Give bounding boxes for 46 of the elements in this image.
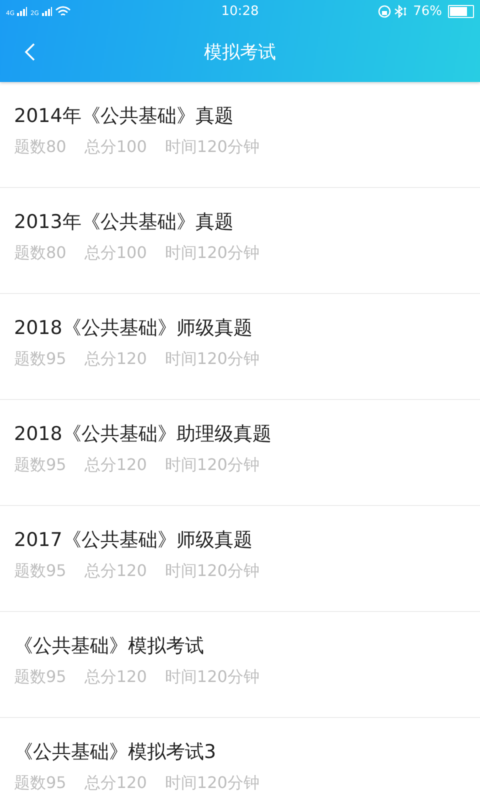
battery-percent: 76% [413, 4, 442, 18]
signal-icon [17, 6, 28, 16]
question-count: 题数95 [14, 667, 66, 688]
exam-item[interactable]: 2018《公共基础》助理级真题 题数95 总分120 时间120分钟 [0, 400, 480, 506]
wifi-icon [54, 6, 71, 16]
time-limit: 时间120分钟 [164, 243, 260, 264]
time-limit: 时间120分钟 [164, 667, 260, 688]
exam-title: 2014年《公共基础》真题 [14, 104, 234, 128]
exam-title: 《公共基础》模拟考试 [14, 634, 205, 658]
exam-item[interactable]: 2018《公共基础》师级真题 题数95 总分120 时间120分钟 [0, 294, 480, 400]
clock-time: 10:28 [221, 4, 259, 18]
total-score: 总分120 [84, 667, 147, 688]
back-icon [24, 42, 36, 62]
exam-item[interactable]: 《公共基础》模拟考试 题数95 总分120 时间120分钟 [0, 612, 480, 718]
exam-title: 2013年《公共基础》真题 [14, 210, 234, 234]
total-score: 总分120 [84, 349, 147, 370]
exam-title: 2017《公共基础》师级真题 [14, 528, 254, 552]
time-limit: 时间120分钟 [164, 455, 260, 476]
page-title: 模拟考试 [204, 41, 276, 64]
exam-item[interactable]: 2013年《公共基础》真题 题数80 总分100 时间120分钟 [0, 188, 480, 294]
time-limit: 时间120分钟 [164, 561, 260, 582]
total-score: 总分120 [84, 455, 147, 476]
time-limit: 时间120分钟 [164, 349, 260, 370]
time-limit: 时间120分钟 [164, 137, 260, 158]
total-score: 总分100 [84, 243, 147, 264]
time-limit: 时间120分钟 [164, 773, 260, 794]
question-count: 题数95 [14, 561, 66, 582]
exam-title: 2018《公共基础》师级真题 [14, 316, 254, 340]
total-score: 总分100 [84, 137, 147, 158]
exam-title: 《公共基础》模拟考试3 [14, 740, 218, 764]
question-count: 题数95 [14, 349, 66, 370]
exam-item[interactable]: 2014年《公共基础》真题 题数80 总分100 时间120分钟 [0, 82, 480, 188]
question-count: 题数95 [14, 773, 66, 794]
rotation-lock-icon [378, 4, 392, 18]
exam-item[interactable]: 《公共基础》模拟考试3 题数95 总分120 时间120分钟 [0, 718, 480, 800]
exam-item[interactable]: 2017《公共基础》师级真题 题数95 总分120 时间120分钟 [0, 506, 480, 612]
question-count: 题数80 [14, 137, 66, 158]
signal-icon [42, 6, 52, 16]
battery-icon [448, 4, 474, 18]
question-count: 题数80 [14, 243, 66, 264]
total-score: 总分120 [84, 773, 147, 794]
back-button[interactable] [24, 42, 36, 62]
exam-title: 2018《公共基础》助理级真题 [14, 422, 272, 446]
total-score: 总分120 [84, 561, 147, 582]
bluetooth-icon [394, 4, 408, 18]
question-count: 题数95 [14, 455, 66, 476]
